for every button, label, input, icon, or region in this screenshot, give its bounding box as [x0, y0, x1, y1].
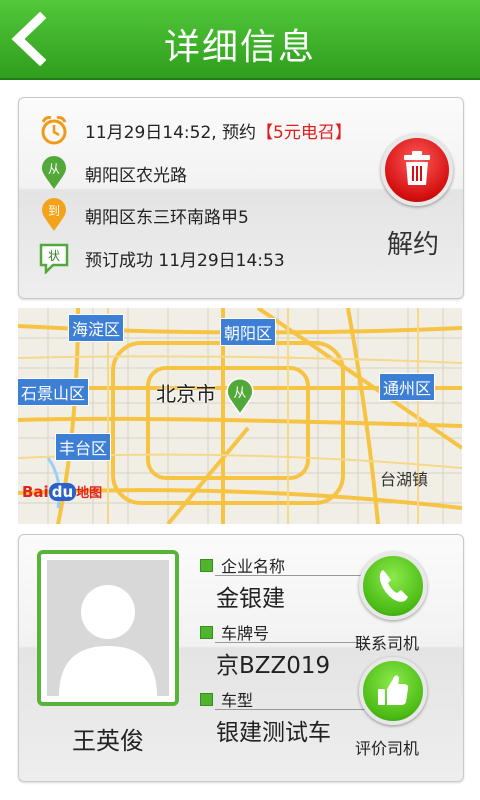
plate-value: 京BZZ019 — [216, 653, 331, 679]
logo-bai: Bai — [22, 483, 49, 501]
logo-map: 地图 — [76, 486, 103, 501]
to-marker-text: 到 — [48, 204, 60, 218]
trash-icon — [404, 151, 430, 185]
status-chat-icon: 状 — [39, 240, 69, 276]
company-value: 金银建 — [216, 586, 285, 612]
baidu-map-logo: Bai du 地图 — [22, 482, 102, 501]
map-marker-text: 从 — [234, 386, 247, 401]
alarm-clock-icon — [39, 112, 69, 148]
app-header: 详细信息 — [0, 0, 480, 80]
model-label: 车型 — [200, 687, 253, 711]
district-label: 朝阳区 — [220, 318, 277, 346]
map-location-marker-icon[interactable]: 从 — [226, 378, 254, 416]
rate-driver-label[interactable]: 评价司机 — [355, 735, 419, 759]
rate-driver-button[interactable] — [359, 657, 427, 725]
status-marker-text: 状 — [48, 249, 60, 263]
district-label: 石景山区 — [18, 378, 90, 406]
divider — [215, 575, 365, 576]
district-label: 通州区 — [379, 373, 436, 401]
from-pin-icon: 从 — [39, 155, 69, 191]
phone-icon — [379, 570, 408, 602]
thumbs-up-icon — [378, 675, 409, 705]
order-info-card: 11月29日14:52, 预约【5元电召】 从 朝阳区农光路 到 朝阳区东三环南… — [18, 97, 464, 299]
from-address-row: 从 朝阳区农光路 — [39, 155, 187, 191]
contact-driver-label[interactable]: 联系司机 — [355, 630, 419, 654]
status-row: 状 预订成功 11月29日14:53 — [39, 240, 285, 276]
district-label: 丰台区 — [55, 433, 112, 461]
district-label: 海淀区 — [68, 314, 125, 342]
divider — [215, 709, 365, 710]
company-label-text: 企业名称 — [221, 557, 286, 576]
to-address-row: 到 朝阳区东三环南路甲5 — [39, 197, 249, 233]
order-time: 11月29日14:52, 预约 — [85, 122, 257, 143]
to-pin-icon: 到 — [39, 197, 69, 233]
driver-name: 王英俊 — [72, 727, 144, 755]
town-label: 台湖镇 — [380, 470, 429, 489]
delete-order-button[interactable] — [381, 134, 453, 206]
model-label-text: 车型 — [221, 691, 254, 710]
bullet-square-icon — [200, 558, 213, 572]
city-label: 北京市 — [156, 382, 216, 406]
cancel-order-label[interactable]: 解约 — [387, 224, 439, 261]
order-time-row: 11月29日14:52, 预约【5元电召】 — [39, 112, 352, 148]
model-value: 银建测试车 — [216, 720, 331, 746]
plate-label: 车牌号 — [200, 620, 269, 644]
divider — [215, 642, 365, 643]
route-map[interactable]: 海淀区 朝阳区 石景山区 通州区 丰台区 台湖镇 北京市 从 Bai du 地图 — [18, 308, 462, 524]
page-title: 详细信息 — [163, 27, 316, 68]
plate-label-text: 车牌号 — [221, 624, 270, 643]
call-driver-button[interactable] — [359, 552, 427, 620]
status-text: 预订成功 11月29日14:53 — [85, 250, 285, 271]
logo-du: du — [48, 483, 77, 501]
driver-avatar-frame — [37, 550, 179, 706]
driver-info-card: 王英俊 企业名称 金银建 车牌号 京BZZ019 车型 银建测试车 联系司机 评… — [18, 534, 464, 782]
to-address: 朝阳区东三环南路甲5 — [85, 207, 249, 228]
avatar — [47, 560, 169, 696]
person-placeholder-icon — [59, 585, 157, 696]
company-label: 企业名称 — [200, 553, 285, 577]
call-fee-label: 【5元电召】 — [256, 122, 352, 143]
from-address: 朝阳区农光路 — [85, 165, 187, 186]
bullet-square-icon — [200, 625, 213, 639]
bullet-square-icon — [200, 692, 213, 706]
from-marker-text: 从 — [48, 162, 60, 176]
